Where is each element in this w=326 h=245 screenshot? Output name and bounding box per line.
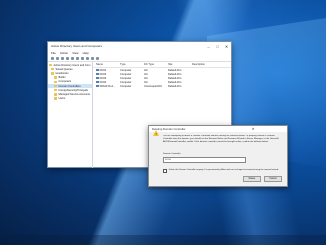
folder-icon bbox=[54, 89, 57, 92]
taskbar-area bbox=[0, 235, 326, 245]
computer-icon bbox=[96, 68, 99, 71]
row-type: Computer bbox=[120, 68, 132, 72]
row-site: Default-Firs bbox=[168, 85, 182, 89]
domain-icon bbox=[51, 72, 54, 75]
toolbar bbox=[48, 55, 231, 62]
row-type: Computer bbox=[120, 76, 132, 80]
row-name-text: WIN-R1X-A... bbox=[99, 85, 116, 89]
tree-item-root[interactable]: Active Directory Users and Com bbox=[48, 63, 92, 67]
row-type: Computer bbox=[120, 81, 132, 85]
folder-icon bbox=[54, 84, 57, 88]
table-row[interactable]: WIN-R1X-A... Computer Unoccupied DC Defa… bbox=[93, 85, 231, 89]
dialog-message: You are attempting to delete a Domain Co… bbox=[163, 135, 279, 143]
tree-label: Active Directory Users and Com bbox=[53, 63, 91, 67]
filter-icon[interactable] bbox=[96, 56, 99, 60]
row-site: Default-Firs bbox=[168, 72, 182, 76]
close-icon[interactable]: ✕ bbox=[220, 127, 288, 131]
tree-label: Domain Controllers bbox=[58, 84, 81, 88]
console-tree: Active Directory Users and Com Saved Que… bbox=[48, 62, 93, 168]
computer-icon bbox=[96, 85, 99, 88]
column-header-site[interactable]: Site bbox=[168, 63, 192, 66]
dialog-title: Deleting Domain Controller bbox=[152, 127, 186, 131]
delete-dc-dialog: Deleting Domain Controller ✕ ! You are a… bbox=[148, 125, 288, 187]
folder-icon bbox=[54, 80, 57, 84]
row-dc-type: GC bbox=[144, 76, 148, 80]
row-type: Computer bbox=[120, 72, 132, 76]
row-site: Default-Firs bbox=[168, 76, 182, 80]
row-name-text: DC03 bbox=[99, 77, 107, 81]
computer-icon bbox=[96, 72, 99, 75]
computer-icon bbox=[96, 81, 99, 84]
properties-icon[interactable] bbox=[66, 56, 69, 60]
column-header-name[interactable]: Name bbox=[93, 63, 120, 66]
tree-label: teradomain bbox=[55, 71, 69, 75]
help-icon[interactable] bbox=[81, 56, 84, 60]
dialog-body: You are attempting to delete a Domain Co… bbox=[149, 132, 287, 174]
close-icon[interactable]: ✕ bbox=[222, 44, 231, 49]
row-dc-type: GC bbox=[144, 68, 148, 72]
up-icon[interactable] bbox=[61, 56, 64, 60]
refresh-icon[interactable] bbox=[71, 56, 74, 60]
row-name: DC03 bbox=[93, 76, 120, 81]
group-icon[interactable] bbox=[91, 56, 94, 60]
window-title: Active Directory Users and Computers bbox=[51, 44, 103, 48]
tree-label: Builtin bbox=[58, 76, 66, 80]
menu-action[interactable]: Action bbox=[60, 51, 68, 55]
row-name: WIN-R1X-A... bbox=[93, 85, 120, 88]
tree-label: ForeignSecurityPrincipals bbox=[58, 88, 88, 92]
row-site: Default-Firs bbox=[168, 68, 182, 72]
minimize-icon[interactable]: – bbox=[204, 44, 213, 49]
tree-item-users[interactable]: Users bbox=[48, 97, 92, 101]
folder-icon bbox=[54, 93, 57, 96]
row-name-text: DC04 bbox=[99, 81, 107, 85]
row-name-text: DC02 bbox=[99, 72, 107, 76]
folder-icon bbox=[54, 97, 57, 100]
folder-icon bbox=[49, 63, 52, 67]
row-name: DC04 bbox=[93, 81, 120, 84]
delete-anyway-option[interactable]: Delete this Domain Controller anyway. It… bbox=[163, 168, 283, 174]
tree-label: Users bbox=[58, 97, 66, 101]
menu-file[interactable]: File bbox=[51, 51, 56, 55]
computer-icon bbox=[96, 76, 99, 80]
column-header-dc-type[interactable]: DC Type bbox=[144, 63, 168, 66]
maximize-icon[interactable]: □ bbox=[213, 44, 222, 49]
row-name: DC02 bbox=[93, 72, 120, 76]
tree-label: Saved Queries bbox=[55, 67, 73, 71]
user-icon[interactable] bbox=[86, 56, 89, 60]
menu-view[interactable]: View bbox=[72, 51, 78, 55]
forward-icon[interactable] bbox=[56, 56, 59, 60]
tree-label: Computers bbox=[58, 80, 72, 84]
row-site: Default-Firs bbox=[168, 81, 182, 85]
row-name-text: DC01 bbox=[99, 68, 107, 72]
delete-anyway-label: Delete this Domain Controller anyway. It… bbox=[168, 168, 279, 171]
dc-name-field[interactable]: DC04 bbox=[163, 156, 246, 163]
dialog-buttons: Delete Cancel bbox=[243, 175, 282, 182]
export-icon[interactable] bbox=[76, 56, 79, 60]
dc-name-label: Domain Controller bbox=[163, 153, 181, 155]
row-dc-type: GC bbox=[144, 72, 148, 76]
row-name: DC01 bbox=[93, 68, 120, 72]
tree-label: Managed Service Accounts bbox=[58, 92, 90, 96]
delete-button[interactable]: Delete bbox=[243, 175, 261, 182]
column-header-description[interactable]: Description bbox=[192, 63, 222, 66]
column-header-type[interactable]: Type bbox=[120, 63, 144, 66]
folder-icon bbox=[54, 76, 57, 79]
row-dc-type: Unoccupied DC bbox=[144, 85, 163, 89]
cancel-button[interactable]: Cancel bbox=[264, 175, 282, 182]
window-titlebar[interactable]: Active Directory Users and Computers – □… bbox=[48, 42, 231, 50]
back-icon[interactable] bbox=[51, 56, 54, 60]
delete-anyway-checkbox[interactable] bbox=[163, 169, 168, 174]
folder-icon bbox=[51, 68, 54, 71]
row-type: Computer bbox=[120, 85, 132, 89]
menu-help[interactable]: Help bbox=[83, 51, 89, 55]
row-dc-type: GC bbox=[144, 81, 148, 85]
